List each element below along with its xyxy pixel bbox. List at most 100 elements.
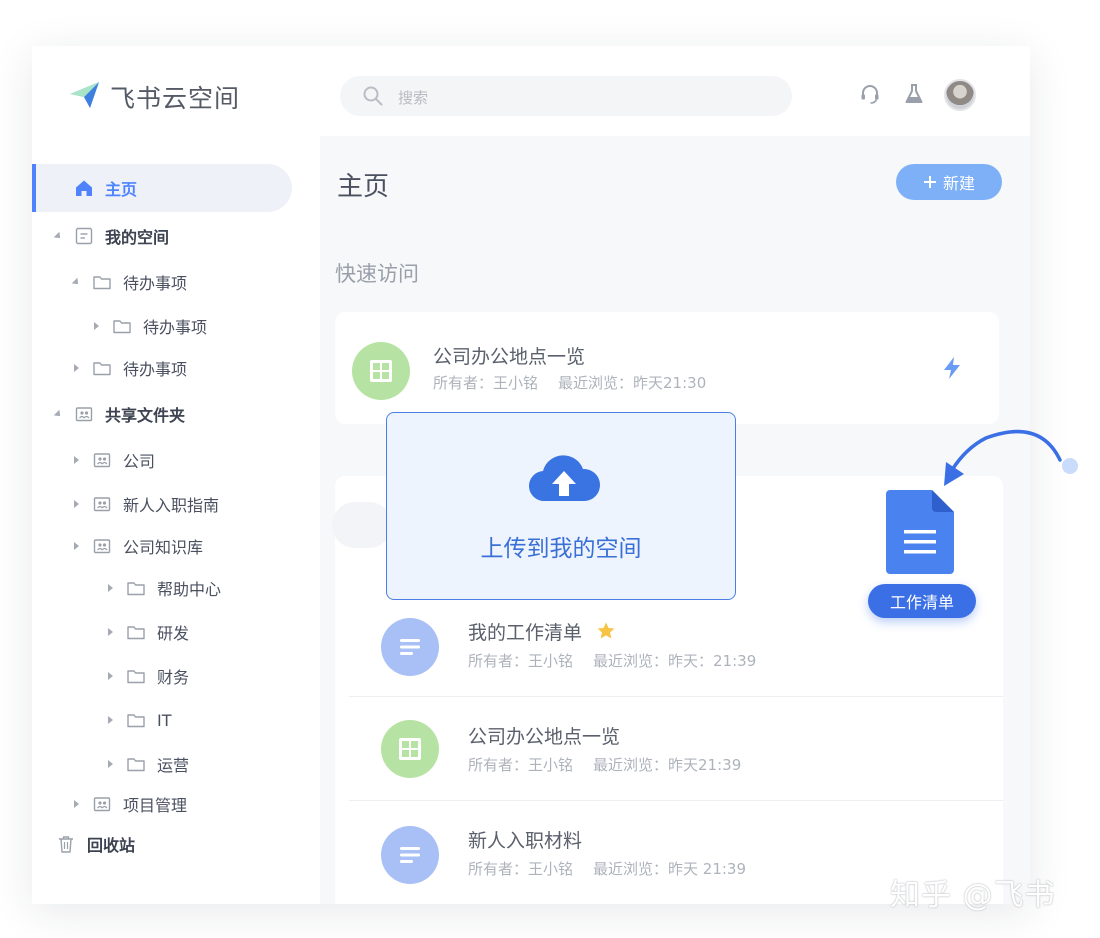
home-icon: [76, 180, 92, 196]
stage: 飞书云空间 搜索 主页 我的空间 待办事项 待办事项 待办事项 共享文件夹 公司…: [0, 0, 1100, 938]
active-indicator: [32, 164, 36, 212]
sidebar-shared-label: 共享文件夹: [105, 406, 186, 425]
lab-flask-icon[interactable]: [902, 82, 926, 106]
upload-drop-zone[interactable]: 上传到我的空间: [386, 412, 736, 600]
sidebar-it-label: IT: [157, 710, 172, 730]
caret-right-icon[interactable]: [70, 798, 82, 810]
sidebar-todo-2-label: 待办事项: [123, 360, 188, 379]
filter-pill: [332, 502, 392, 548]
sidebar-item-knowledge-base[interactable]: 公司知识库: [70, 533, 203, 559]
lightning-icon[interactable]: [941, 356, 963, 380]
caret-right-icon[interactable]: [104, 758, 116, 770]
sidebar-item-my-space[interactable]: 我的空间: [52, 223, 169, 249]
app-title: 飞书云空间: [110, 84, 241, 113]
recent-doc-meta-1: 所有者：王小铭 最近浏览：昨天：21:39: [468, 650, 756, 671]
caret-right-icon[interactable]: [104, 714, 116, 726]
user-avatar[interactable]: [944, 79, 976, 111]
sidebar-todo-child-label: 待办事项: [143, 318, 208, 337]
recent-doc-owner: 所有者：王小铭: [468, 652, 574, 670]
sidebar-item-rd[interactable]: 研发: [104, 619, 189, 645]
quick-access-doc-name: 公司办公地点一览: [433, 346, 586, 368]
sidebar-item-todo-child[interactable]: 待办事项: [90, 313, 207, 339]
folder-icon: [93, 276, 111, 290]
sidebar-item-todo-1[interactable]: 待办事项: [70, 269, 187, 295]
folder-icon: [93, 362, 111, 376]
sidebar-item-onboarding[interactable]: 新人入职指南: [70, 491, 219, 517]
watermark: 知乎 @飞书: [890, 878, 1056, 913]
sidebar-item-todo-2[interactable]: 待办事项: [70, 355, 187, 381]
sheet-grid-icon: [352, 342, 410, 400]
divider: [349, 696, 1003, 697]
folder-icon: [127, 626, 145, 640]
recent-doc-name-1[interactable]: 我的工作清单: [468, 618, 616, 645]
quick-access-title: 快速访问: [335, 262, 419, 286]
sidebar-item-it[interactable]: IT: [104, 707, 172, 733]
caret-right-icon[interactable]: [90, 320, 102, 332]
recent-doc-viewed: 最近浏览：昨天 21:39: [593, 860, 747, 878]
search-icon: [363, 86, 383, 106]
sidebar-home-label: 主页: [105, 180, 138, 199]
upload-label: 上传到我的空间: [480, 536, 642, 562]
caret-right-icon[interactable]: [70, 454, 82, 466]
sidebar-projects-label: 项目管理: [123, 796, 188, 815]
star-icon[interactable]: [596, 621, 616, 641]
recent-doc-viewed: 最近浏览：昨天21:39: [593, 756, 742, 774]
quick-access-owner: 所有者：王小铭: [433, 374, 539, 392]
plus-icon: [923, 176, 936, 188]
sidebar-item-operations[interactable]: 运营: [104, 751, 189, 777]
dragged-document-icon[interactable]: [886, 490, 956, 574]
recent-doc-name-2[interactable]: 公司办公地点一览: [468, 722, 620, 749]
caret-right-icon[interactable]: [70, 498, 82, 510]
new-button[interactable]: 新建: [896, 164, 1002, 200]
shared-folder-icon: [93, 539, 111, 554]
sidebar-company-label: 公司: [123, 452, 156, 471]
sidebar-item-trash[interactable]: 回收站: [56, 831, 135, 857]
caret-right-icon[interactable]: [70, 540, 82, 552]
trash-icon: [59, 836, 73, 853]
sidebar-my-space-label: 我的空间: [105, 228, 170, 247]
caret-down-icon[interactable]: [70, 276, 82, 288]
search-input[interactable]: 搜索: [340, 76, 792, 116]
sidebar-item-finance[interactable]: 财务: [104, 663, 189, 689]
doc-lines-icon: [381, 618, 439, 676]
recent-doc-meta-3: 所有者：王小铭 最近浏览：昨天 21:39: [468, 858, 746, 879]
sidebar-item-shared[interactable]: 共享文件夹: [52, 401, 185, 427]
sidebar-trash-label: 回收站: [87, 836, 136, 855]
cloud-upload-icon: [528, 455, 601, 502]
dragged-file-label: 工作清单: [868, 584, 976, 618]
shared-folder-icon: [93, 497, 111, 512]
sidebar-item-home-row[interactable]: 主页: [74, 175, 137, 201]
sidebar-item-projects[interactable]: 项目管理: [70, 791, 187, 817]
caret-down-icon[interactable]: [52, 408, 64, 420]
sidebar-item-company[interactable]: 公司: [70, 447, 155, 473]
sidebar: 主页 我的空间 待办事项 待办事项 待办事项 共享文件夹 公司 新人入职指南 公…: [32, 136, 320, 904]
caret-right-icon[interactable]: [104, 670, 116, 682]
sidebar-item-help-center[interactable]: 帮助中心: [104, 575, 221, 601]
page-title: 主页: [337, 172, 390, 202]
recent-doc-owner: 所有者：王小铭: [468, 756, 574, 774]
folder-icon: [127, 714, 145, 728]
caret-right-icon[interactable]: [70, 362, 82, 374]
headset-icon[interactable]: [858, 82, 882, 106]
recent-doc-viewed: 最近浏览：昨天：21:39: [593, 652, 757, 670]
shared-folder-icon: [93, 453, 111, 468]
search-placeholder: 搜索: [398, 89, 429, 107]
sidebar-item-home[interactable]: [32, 164, 292, 212]
caret-down-icon[interactable]: [52, 230, 64, 242]
sidebar-knowledge-base-label: 公司知识库: [123, 538, 204, 557]
recent-doc-title: 我的工作清单: [468, 622, 583, 644]
folder-icon: [127, 582, 145, 596]
doc-lines-icon: [381, 826, 439, 884]
sidebar-todo-label: 待办事项: [123, 274, 188, 293]
caret-right-icon[interactable]: [104, 582, 116, 594]
quick-access-doc-meta: 所有者：王小铭 最近浏览：昨天21:30: [433, 372, 706, 393]
recent-doc-owner: 所有者：王小铭: [468, 860, 574, 878]
recent-doc-name-3[interactable]: 新人入职材料: [468, 826, 582, 853]
quick-access-card[interactable]: 公司办公地点一览 所有者：王小铭 最近浏览：昨天21:30: [335, 312, 999, 424]
paper-plane-logo-icon: [70, 82, 99, 108]
top-bar: 飞书云空间 搜索: [32, 46, 1030, 136]
caret-right-icon[interactable]: [104, 626, 116, 638]
new-button-label: 新建: [942, 174, 975, 193]
folder-icon: [127, 758, 145, 772]
shared-folder-icon: [93, 797, 111, 812]
